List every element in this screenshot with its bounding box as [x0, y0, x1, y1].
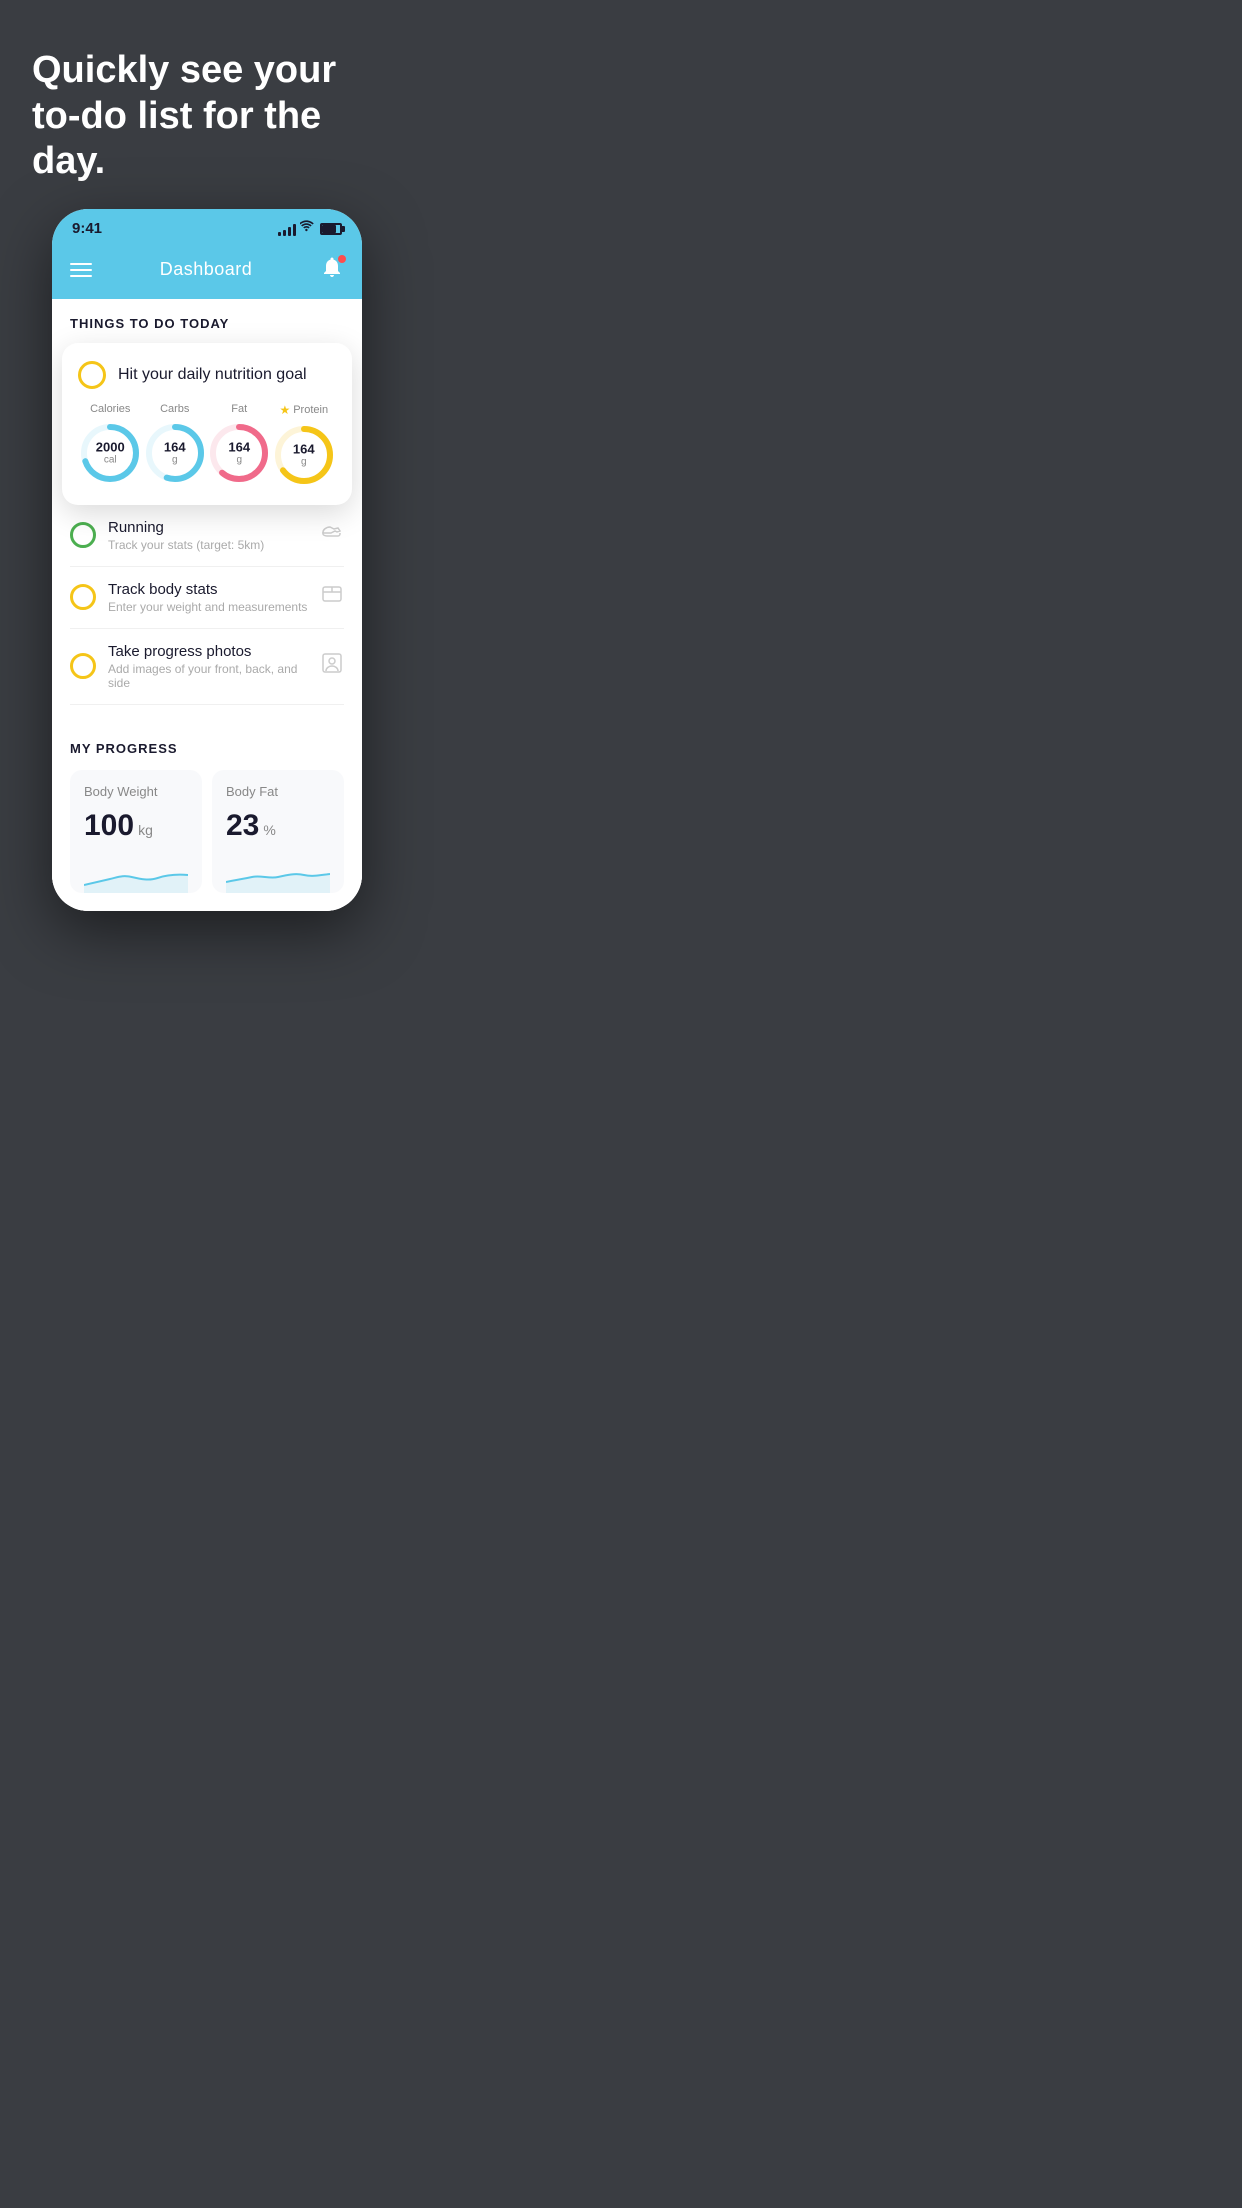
- protein-label: ★ Protein: [279, 403, 328, 417]
- todo-item-body-stats[interactable]: Track body stats Enter your weight and m…: [70, 567, 344, 629]
- nav-bar: Dashboard: [52, 245, 362, 299]
- body-weight-value: 100: [84, 809, 134, 843]
- status-bar: 9:41: [52, 209, 362, 245]
- things-to-do-section: THINGS TO DO TODAY: [52, 299, 362, 343]
- status-time: 9:41: [72, 220, 102, 237]
- body-stats-checkbox[interactable]: [70, 584, 96, 610]
- things-to-do-title: THINGS TO DO TODAY: [70, 316, 229, 331]
- notifications-button[interactable]: [320, 255, 344, 285]
- bottom-spacer: [0, 911, 414, 951]
- body-weight-card-title: Body Weight: [84, 784, 188, 799]
- todo-list: Running Track your stats (target: 5km): [52, 505, 362, 705]
- todo-item-progress-photos[interactable]: Take progress photos Add images of your …: [70, 629, 344, 705]
- fat-label: Fat: [231, 403, 247, 415]
- body-weight-chart: [84, 857, 188, 893]
- progress-section: MY PROGRESS Body Weight 100 kg: [52, 725, 362, 911]
- hero-section: Quickly see your to-do list for the day.: [0, 0, 414, 209]
- fat-unit: g: [228, 454, 250, 465]
- nav-title: Dashboard: [160, 259, 253, 280]
- carbs-label: Carbs: [160, 403, 189, 415]
- nutrition-card: Hit your daily nutrition goal Calories: [62, 343, 352, 505]
- progress-photos-subtitle: Add images of your front, back, and side: [108, 662, 308, 690]
- todo-item-running[interactable]: Running Track your stats (target: 5km): [70, 505, 344, 567]
- running-subtitle: Track your stats (target: 5km): [108, 538, 308, 552]
- signal-icon: [278, 222, 296, 236]
- body-fat-unit: %: [263, 822, 275, 838]
- running-checkbox[interactable]: [70, 522, 96, 548]
- running-title: Running: [108, 519, 308, 536]
- calories-value: 2000: [96, 440, 125, 454]
- nutrition-protein: ★ Protein 164 g: [272, 403, 336, 487]
- nutrition-checkbox[interactable]: [78, 361, 106, 389]
- body-fat-chart: [226, 857, 330, 893]
- nutrition-goal-title: Hit your daily nutrition goal: [118, 366, 307, 384]
- hero-title: Quickly see your to-do list for the day.: [32, 48, 382, 185]
- body-fat-value: 23: [226, 809, 259, 843]
- progress-photos-checkbox[interactable]: [70, 653, 96, 679]
- nutrition-fat: Fat 164 g: [207, 403, 271, 485]
- calories-donut: 2000 cal: [78, 421, 142, 485]
- body-weight-unit: kg: [138, 822, 153, 838]
- nutrition-carbs: Carbs 164 g: [143, 403, 207, 485]
- menu-button[interactable]: [70, 263, 92, 277]
- body-fat-card: Body Fat 23 %: [212, 770, 344, 893]
- person-icon: [320, 651, 344, 681]
- status-icons: [278, 220, 342, 237]
- phone-content: THINGS TO DO TODAY Hit your daily nutrit…: [52, 299, 362, 911]
- wifi-icon: [300, 220, 316, 237]
- calories-unit: cal: [96, 454, 125, 465]
- carbs-unit: g: [164, 454, 186, 465]
- battery-icon: [320, 223, 342, 235]
- nutrition-calories: Calories 2000 cal: [78, 403, 142, 485]
- protein-value: 164: [293, 442, 315, 456]
- body-stats-subtitle: Enter your weight and measurements: [108, 600, 308, 614]
- star-icon: ★: [279, 403, 290, 417]
- progress-photos-title: Take progress photos: [108, 643, 308, 660]
- carbs-donut: 164 g: [143, 421, 207, 485]
- phone-mockup: 9:41: [52, 209, 362, 911]
- fat-donut: 164 g: [207, 421, 271, 485]
- body-fat-card-title: Body Fat: [226, 784, 330, 799]
- carbs-value: 164: [164, 440, 186, 454]
- calories-label: Calories: [90, 403, 130, 415]
- notification-dot: [338, 255, 346, 263]
- progress-cards: Body Weight 100 kg: [70, 770, 344, 911]
- scale-icon: [320, 582, 344, 612]
- nutrition-circles: Calories 2000 cal: [78, 403, 336, 487]
- shoe-icon: [320, 520, 344, 550]
- protein-donut: 164 g: [272, 423, 336, 487]
- progress-title: MY PROGRESS: [70, 741, 344, 756]
- body-weight-card: Body Weight 100 kg: [70, 770, 202, 893]
- body-stats-title: Track body stats: [108, 581, 308, 598]
- page-wrapper: Quickly see your to-do list for the day.…: [0, 0, 414, 951]
- fat-value: 164: [228, 440, 250, 454]
- protein-unit: g: [293, 456, 315, 467]
